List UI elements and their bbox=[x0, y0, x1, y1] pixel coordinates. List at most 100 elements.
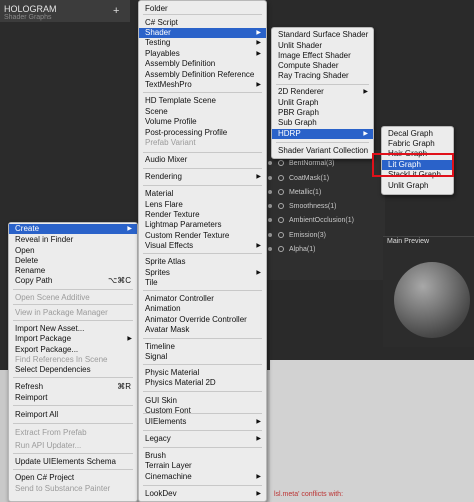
menu-item-textmeshpro[interactable]: TextMeshPro ▶ bbox=[139, 80, 266, 90]
menu-item-tile[interactable]: Tile bbox=[139, 278, 266, 288]
port-connector-icon[interactable] bbox=[268, 161, 272, 165]
graph-port-row[interactable]: Smoothness(1) bbox=[268, 200, 336, 212]
menu-item-c-script[interactable]: C# Script bbox=[139, 18, 266, 28]
menu-item-label: Sub Graph bbox=[278, 118, 317, 127]
menu-item-assembly-definition[interactable]: Assembly Definition bbox=[139, 59, 266, 69]
menu-item-playables[interactable]: Playables ▶ bbox=[139, 49, 266, 59]
menu-item-physic-material[interactable]: Physic Material bbox=[139, 368, 266, 378]
menu-item-open[interactable]: Open bbox=[9, 246, 137, 256]
menu-item-copy-path[interactable]: Copy Path ⌥⌘C bbox=[9, 276, 137, 286]
menu-item-unlit-graph[interactable]: Unlit Graph bbox=[382, 181, 453, 191]
port-connector-icon[interactable] bbox=[268, 176, 272, 180]
menu-item-reveal-in-finder[interactable]: Reveal in Finder bbox=[9, 235, 137, 245]
port-connector-icon[interactable] bbox=[268, 204, 272, 208]
menu-item-label: Update UIElements Schema bbox=[15, 457, 116, 466]
menu-item-uielements[interactable]: UIElements ▶ bbox=[139, 417, 266, 427]
menu-item-shader-variant-collection[interactable]: Shader Variant Collection bbox=[272, 146, 373, 156]
menu-item-animation[interactable]: Animation bbox=[139, 304, 266, 314]
menu-item-custom-font[interactable]: Custom Font bbox=[139, 406, 266, 416]
menu-item-pbr-graph[interactable]: PBR Graph bbox=[272, 108, 373, 118]
menu-item-reimport-all[interactable]: Reimport All bbox=[9, 410, 137, 420]
menu-item-image-effect-shader[interactable]: Image Effect Shader bbox=[272, 51, 373, 61]
menu-item-gui-skin[interactable]: GUI Skin bbox=[139, 396, 266, 406]
menu-item-2d-renderer[interactable]: 2D Renderer ▶ bbox=[272, 87, 373, 97]
menu-item-rename[interactable]: Rename bbox=[9, 266, 137, 276]
menu-item-scene[interactable]: Scene bbox=[139, 107, 266, 117]
menu-item-select-dependencies[interactable]: Select Dependencies bbox=[9, 365, 137, 375]
menu-item-legacy[interactable]: Legacy ▶ bbox=[139, 434, 266, 444]
menu-item-sprites[interactable]: Sprites ▶ bbox=[139, 268, 266, 278]
menu-item-avatar-mask[interactable]: Avatar Mask bbox=[139, 325, 266, 335]
menu-item-assembly-definition-reference[interactable]: Assembly Definition Reference bbox=[139, 70, 266, 80]
menu-item-label: Sprite Atlas bbox=[145, 257, 186, 266]
graph-port-row[interactable]: CoatMask(1) bbox=[268, 172, 329, 184]
graph-port-row[interactable]: Emission(3) bbox=[268, 229, 326, 241]
menu-item-lens-flare[interactable]: Lens Flare bbox=[139, 200, 266, 210]
menu-item-update-uielements-schema[interactable]: Update UIElements Schema bbox=[9, 457, 137, 467]
menu-item-unlit-shader[interactable]: Unlit Shader bbox=[272, 41, 373, 51]
menu-item-hd-template-scene[interactable]: HD Template Scene bbox=[139, 96, 266, 106]
menu-item-reimport[interactable]: Reimport bbox=[9, 393, 137, 403]
menu-item-delete[interactable]: Delete bbox=[9, 256, 137, 266]
menu-item-label: Custom Render Texture bbox=[145, 231, 230, 240]
menu-item-rendering[interactable]: Rendering ▶ bbox=[139, 172, 266, 182]
menu-item-render-texture[interactable]: Render Texture bbox=[139, 210, 266, 220]
menu-item-testing[interactable]: Testing ▶ bbox=[139, 38, 266, 48]
menu-item-physics-material-2d[interactable]: Physics Material 2D bbox=[139, 378, 266, 388]
menu-item-refresh[interactable]: Refresh ⌘R bbox=[9, 382, 137, 392]
main-preview-title: Main Preview bbox=[387, 238, 430, 245]
port-connector-icon[interactable] bbox=[268, 247, 272, 251]
port-connector-icon[interactable] bbox=[268, 218, 272, 222]
menu-item-sprite-atlas[interactable]: Sprite Atlas bbox=[139, 257, 266, 267]
menu-item-volume-profile[interactable]: Volume Profile bbox=[139, 117, 266, 127]
menu-item-import-package[interactable]: Import Package ▶ bbox=[9, 334, 137, 344]
menu-item-compute-shader[interactable]: Compute Shader bbox=[272, 61, 373, 71]
menu-item-signal[interactable]: Signal bbox=[139, 352, 266, 362]
menu-item-animator-controller[interactable]: Animator Controller bbox=[139, 294, 266, 304]
menu-item-label: Refresh bbox=[15, 382, 44, 391]
menu-item-shader[interactable]: Shader ▶ bbox=[139, 28, 266, 38]
port-connector-icon[interactable] bbox=[268, 190, 272, 194]
menu-item-lookdev[interactable]: LookDev ▶ bbox=[139, 489, 266, 499]
menu-item-import-new-asset[interactable]: Import New Asset... bbox=[9, 324, 137, 334]
graph-port-row[interactable]: AmbientOcclusion(1) bbox=[268, 214, 354, 226]
menu-item-fabric-graph[interactable]: Fabric Graph bbox=[382, 139, 453, 149]
menu-item-post-processing-profile[interactable]: Post-processing Profile bbox=[139, 128, 266, 138]
menu-item-label: Fabric Graph bbox=[388, 139, 435, 148]
graph-port-row[interactable]: Alpha(1) bbox=[268, 243, 315, 255]
chevron-right-icon: ▶ bbox=[256, 270, 261, 276]
menu-item-visual-effects[interactable]: Visual Effects ▶ bbox=[139, 241, 266, 251]
menu-separator bbox=[276, 142, 369, 143]
menu-item-export-package[interactable]: Export Package... bbox=[9, 345, 137, 355]
menu-item-material[interactable]: Material bbox=[139, 189, 266, 199]
menu-item-hdrp[interactable]: HDRP ▶ bbox=[272, 129, 373, 139]
graph-port-row[interactable]: Metallic(1) bbox=[268, 186, 321, 198]
menu-item-audio-mixer[interactable]: Audio Mixer bbox=[139, 155, 266, 165]
menu-item-label: Post-processing Profile bbox=[145, 128, 228, 137]
menu-item-open-c-project[interactable]: Open C# Project bbox=[9, 473, 137, 483]
menu-item-folder[interactable]: Folder bbox=[139, 4, 266, 14]
menu-item-standard-surface-shader[interactable]: Standard Surface Shader bbox=[272, 30, 373, 40]
menu-item-sub-graph[interactable]: Sub Graph bbox=[272, 118, 373, 128]
menu-item-terrain-layer[interactable]: Terrain Layer bbox=[139, 461, 266, 471]
menu-item-unlit-graph[interactable]: Unlit Graph bbox=[272, 98, 373, 108]
menu-item-ray-tracing-shader[interactable]: Ray Tracing Shader bbox=[272, 71, 373, 81]
preview-sphere[interactable] bbox=[394, 262, 470, 338]
menu-item-animator-override-controller[interactable]: Animator Override Controller bbox=[139, 315, 266, 325]
shortcut-label: ⌥⌘C bbox=[108, 276, 131, 285]
menu-item-label: Render Texture bbox=[145, 210, 200, 219]
menu-item-lightmap-parameters[interactable]: Lightmap Parameters bbox=[139, 220, 266, 230]
menu-item-label: Compute Shader bbox=[278, 61, 339, 70]
plus-icon[interactable]: + bbox=[113, 5, 119, 17]
menu-item-decal-graph[interactable]: Decal Graph bbox=[382, 129, 453, 139]
menu-separator bbox=[143, 485, 262, 486]
menu-item-custom-render-texture[interactable]: Custom Render Texture bbox=[139, 231, 266, 241]
menu-separator bbox=[143, 430, 262, 431]
port-connector-icon[interactable] bbox=[268, 233, 272, 237]
menu-item-cinemachine[interactable]: Cinemachine ▶ bbox=[139, 472, 266, 482]
menu-item-brush[interactable]: Brush bbox=[139, 451, 266, 461]
menu-item-timeline[interactable]: Timeline bbox=[139, 342, 266, 352]
menu-item-label: C# Script bbox=[145, 18, 178, 27]
shortcut-label: ⌘R bbox=[117, 382, 131, 391]
menu-item-create[interactable]: Create ▶ bbox=[9, 224, 137, 234]
